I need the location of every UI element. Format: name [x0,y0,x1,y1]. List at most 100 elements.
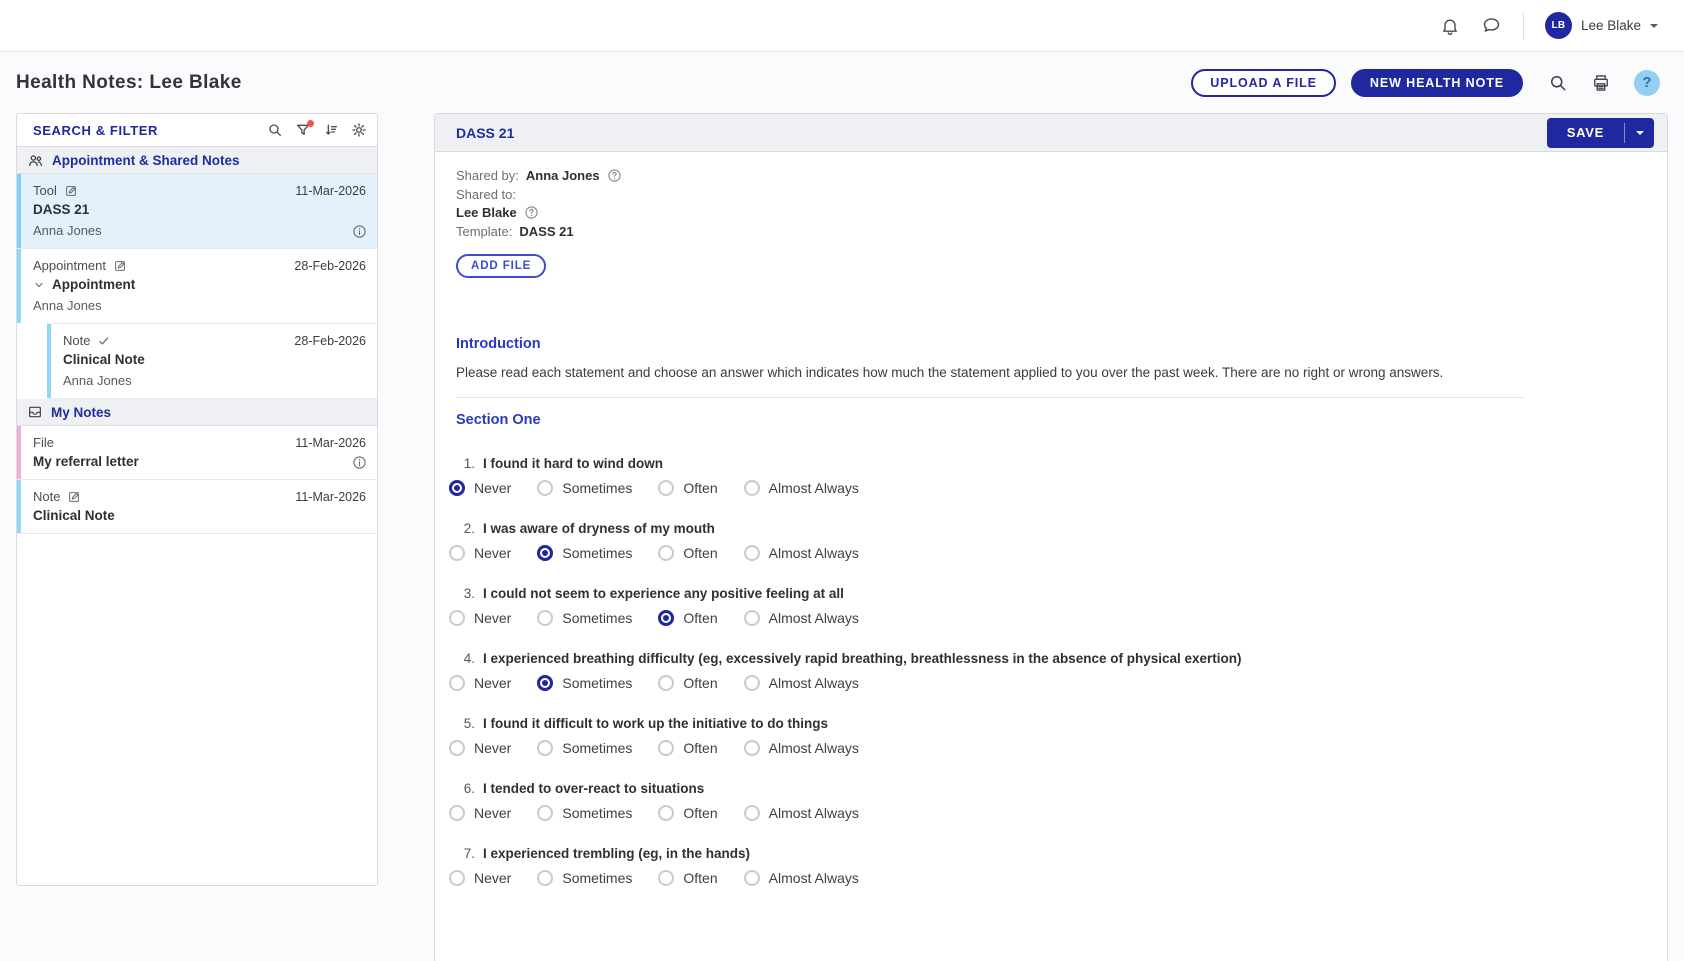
question-block: 6. I tended to over-react to situations … [456,781,1643,821]
search-icon[interactable] [1548,73,1568,93]
radio-option[interactable]: Often [658,610,717,626]
radio-unselected-icon[interactable] [449,610,465,626]
option-label: Sometimes [562,675,632,691]
radio-selected-icon[interactable] [537,675,553,691]
radio-option[interactable]: Almost Always [744,740,859,756]
question-options: Never Sometimes Often Almost Always [449,740,1643,756]
radio-unselected-icon[interactable] [449,675,465,691]
option-label: Often [683,545,717,561]
option-label: Often [683,740,717,756]
radio-unselected-icon[interactable] [449,740,465,756]
user-menu[interactable]: LB Lee Blake [1545,12,1658,39]
radio-option[interactable]: Almost Always [744,545,859,561]
help-question-icon[interactable] [607,168,622,183]
radio-option[interactable]: Sometimes [537,610,632,626]
radio-option[interactable]: Almost Always [744,805,859,821]
option-label: Sometimes [562,870,632,886]
radio-selected-icon[interactable] [537,545,553,561]
radio-option[interactable]: Never [449,740,511,756]
radio-unselected-icon[interactable] [537,805,553,821]
radio-option[interactable]: Almost Always [744,675,859,691]
radio-option[interactable]: Never [449,675,511,691]
radio-unselected-icon[interactable] [744,740,760,756]
radio-option[interactable]: Almost Always [744,480,859,496]
radio-unselected-icon[interactable] [449,870,465,886]
radio-unselected-icon[interactable] [537,740,553,756]
radio-option[interactable]: Often [658,870,717,886]
note-list-item[interactable]: Appointment 28-Feb-2026 Appointment Anna… [17,249,377,323]
print-icon[interactable] [1591,73,1611,93]
help-question-icon[interactable] [524,205,539,220]
notifications-bell-icon[interactable] [1440,16,1460,36]
radio-unselected-icon[interactable] [658,870,674,886]
save-button[interactable]: SAVE [1547,118,1624,148]
option-label: Never [474,610,511,626]
radio-selected-icon[interactable] [658,610,674,626]
sidebar-group-header[interactable]: Appointment & Shared Notes [17,147,377,174]
check-icon [97,334,111,348]
item-date: 11-Mar-2026 [295,184,366,198]
radio-option[interactable]: Often [658,545,717,561]
radio-option[interactable]: Sometimes [537,740,632,756]
radio-option[interactable]: Almost Always [744,870,859,886]
note-list-item[interactable]: File 11-Mar-2026 My referral letter [17,426,377,480]
radio-option[interactable]: Never [449,545,511,561]
add-file-button[interactable]: ADD FILE [456,254,546,278]
radio-option[interactable]: Sometimes [537,805,632,821]
radio-unselected-icon[interactable] [537,480,553,496]
note-header: DASS 21 SAVE [435,114,1667,152]
note-list-item[interactable]: Note 11-Mar-2026 Clinical Note [17,480,377,534]
search-filter-header: SEARCH & FILTER [17,114,377,147]
note-list-item[interactable]: Tool 11-Mar-2026 DASS 21 Anna Jones [17,174,377,249]
sidebar-group-header[interactable]: My Notes [17,399,377,426]
radio-unselected-icon[interactable] [537,870,553,886]
radio-selected-icon[interactable] [449,480,465,496]
info-icon[interactable] [352,455,367,470]
help-icon[interactable]: ? [1634,70,1660,96]
radio-option[interactable]: Never [449,480,511,496]
edit-icon [113,259,127,273]
sort-icon[interactable] [323,122,339,138]
radio-option[interactable]: Sometimes [537,545,632,561]
radio-unselected-icon[interactable] [449,805,465,821]
note-list-item[interactable]: Note 28-Feb-2026 Clinical Note Anna Jone… [47,323,377,399]
search-icon[interactable] [267,122,283,138]
radio-option[interactable]: Often [658,740,717,756]
radio-option[interactable]: Sometimes [537,675,632,691]
radio-option[interactable]: Never [449,610,511,626]
option-label: Almost Always [769,610,859,626]
item-type-label: Tool [33,183,57,198]
template-row: Template: DASS 21 [456,223,1643,241]
radio-unselected-icon[interactable] [744,805,760,821]
settings-gear-icon[interactable] [351,122,367,138]
radio-option[interactable]: Never [449,870,511,886]
save-options-button[interactable] [1625,118,1654,148]
radio-unselected-icon[interactable] [537,610,553,626]
radio-option[interactable]: Almost Always [744,610,859,626]
radio-unselected-icon[interactable] [658,805,674,821]
radio-option[interactable]: Never [449,805,511,821]
radio-option[interactable]: Sometimes [537,870,632,886]
section-divider [456,397,1525,398]
radio-unselected-icon[interactable] [744,870,760,886]
radio-unselected-icon[interactable] [658,675,674,691]
radio-unselected-icon[interactable] [744,675,760,691]
radio-unselected-icon[interactable] [449,545,465,561]
radio-unselected-icon[interactable] [658,480,674,496]
new-health-note-button[interactable]: NEW HEALTH NOTE [1351,69,1523,97]
radio-unselected-icon[interactable] [744,480,760,496]
radio-unselected-icon[interactable] [744,545,760,561]
radio-unselected-icon[interactable] [658,545,674,561]
question-number: 3. [461,586,475,601]
radio-option[interactable]: Often [658,675,717,691]
radio-option[interactable]: Often [658,480,717,496]
option-label: Often [683,805,717,821]
info-icon[interactable] [352,224,367,239]
chat-icon[interactable] [1481,15,1502,36]
radio-unselected-icon[interactable] [744,610,760,626]
radio-option[interactable]: Often [658,805,717,821]
radio-option[interactable]: Sometimes [537,480,632,496]
filter-icon[interactable] [295,122,311,138]
upload-file-button[interactable]: UPLOAD A FILE [1191,69,1336,97]
radio-unselected-icon[interactable] [658,740,674,756]
